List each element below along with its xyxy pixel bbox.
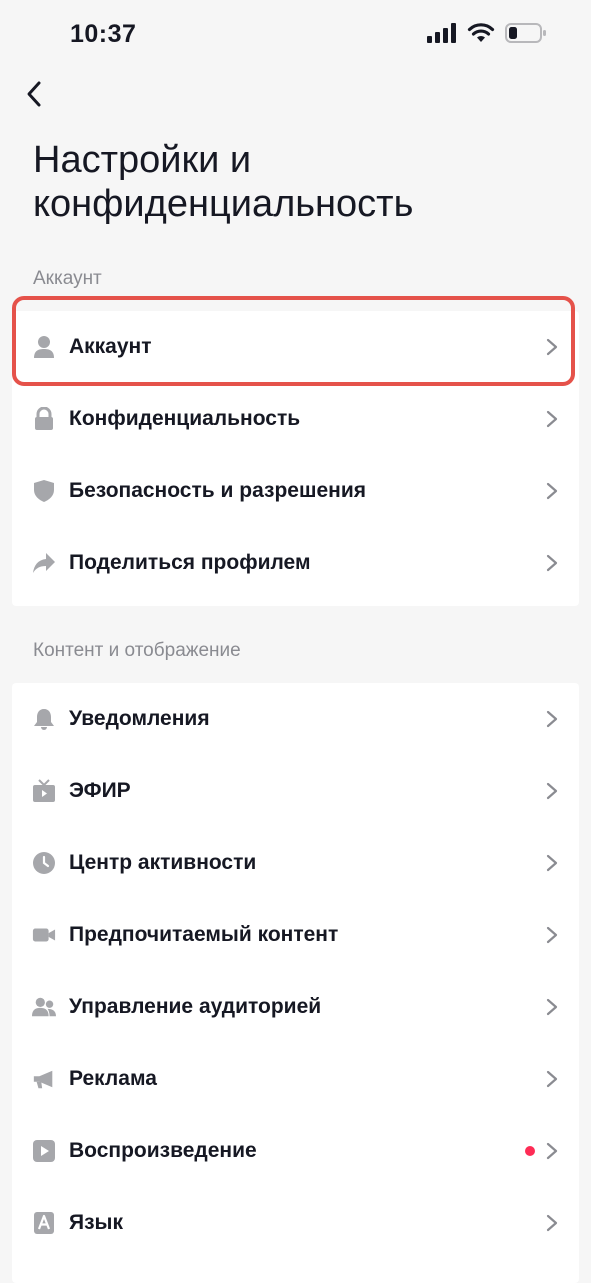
settings-item-label: Поделиться профилем: [69, 551, 311, 574]
settings-item-language[interactable]: Язык: [12, 1187, 579, 1259]
wifi-icon: [467, 22, 495, 48]
settings-item-share-profile[interactable]: Поделиться профилем: [12, 527, 579, 599]
chevron-right-icon: [545, 1141, 559, 1161]
lock-icon: [32, 407, 56, 431]
settings-item-audience-controls[interactable]: Управление аудиторией: [12, 971, 579, 1043]
settings-item-label: Безопасность и разрешения: [69, 479, 366, 502]
settings-item-label: Управление аудиторией: [69, 995, 322, 1018]
settings-item-privacy[interactable]: Конфиденциальность: [12, 383, 579, 455]
settings-item-label: Реклама: [69, 1067, 157, 1090]
status-icons: [427, 22, 547, 48]
tv-icon: [32, 779, 56, 803]
megaphone-icon: [32, 1067, 56, 1091]
page-title-line-2: конфиденциальность: [33, 183, 414, 225]
settings-item-label: Уведомления: [69, 707, 210, 730]
chevron-right-icon: [545, 1069, 559, 1089]
page-title: Настройки и конфиденциальность: [33, 138, 553, 226]
chevron-right-icon: [545, 337, 559, 357]
users-icon: [32, 995, 56, 1019]
account-settings-card: Аккаунт Конфиденциальность Безопасность …: [12, 311, 579, 606]
settings-item-label: Язык: [69, 1211, 123, 1234]
settings-item-live[interactable]: ЭФИР: [12, 755, 579, 827]
status-bar: 10:37: [0, 0, 591, 70]
play-icon: [32, 1139, 56, 1163]
chevron-right-icon: [545, 1213, 559, 1233]
chevron-right-icon: [545, 709, 559, 729]
settings-item-account[interactable]: Аккаунт: [12, 311, 579, 383]
bell-icon: [32, 707, 56, 731]
chevron-right-icon: [545, 925, 559, 945]
shield-icon: [32, 479, 56, 503]
language-icon: [32, 1211, 56, 1235]
chevron-right-icon: [545, 409, 559, 429]
settings-item-activity-center[interactable]: Центр активности: [12, 827, 579, 899]
settings-item-label: Центр активности: [69, 851, 257, 874]
settings-item-label: Воспроизведение: [69, 1139, 257, 1162]
section-header-content-display: Контент и отображение: [33, 640, 241, 661]
video-camera-icon: [32, 923, 56, 947]
chevron-right-icon: [545, 997, 559, 1017]
notification-dot: [525, 1146, 535, 1156]
settings-item-content-preferences[interactable]: Предпочитаемый контент: [12, 899, 579, 971]
status-time: 10:37: [70, 20, 137, 48]
settings-item-playback[interactable]: Воспроизведение: [12, 1115, 579, 1187]
settings-item-label: Конфиденциальность: [69, 407, 301, 430]
section-header-account: Аккаунт: [33, 268, 102, 289]
settings-item-label: Аккаунт: [69, 335, 152, 358]
share-icon: [32, 551, 56, 575]
content-display-card: Уведомления ЭФИР Центр активности Предпо…: [12, 683, 579, 1283]
settings-item-security[interactable]: Безопасность и разрешения: [12, 455, 579, 527]
chevron-right-icon: [545, 553, 559, 573]
chevron-left-icon: [24, 80, 44, 113]
clock-icon: [32, 851, 56, 875]
settings-item-label: ЭФИР: [69, 779, 131, 802]
settings-item-ads[interactable]: Реклама: [12, 1043, 579, 1115]
cellular-signal-icon: [427, 22, 457, 48]
settings-item-label: Предпочитаемый контент: [69, 923, 339, 946]
back-button[interactable]: [14, 76, 54, 116]
page-title-line-1: Настройки и: [33, 139, 252, 181]
chevron-right-icon: [545, 781, 559, 801]
chevron-right-icon: [545, 481, 559, 501]
person-icon: [32, 335, 56, 359]
chevron-right-icon: [545, 853, 559, 873]
battery-icon: [505, 22, 547, 49]
settings-item-notifications[interactable]: Уведомления: [12, 683, 579, 755]
